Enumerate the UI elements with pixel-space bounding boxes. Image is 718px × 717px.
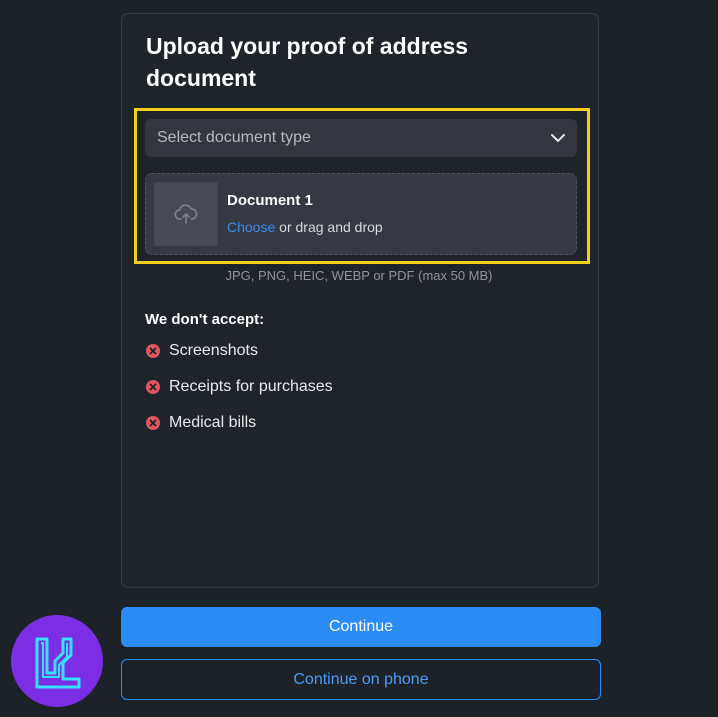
- rejection-label: Receipts for purchases: [169, 378, 333, 395]
- drag-drop-text: or drag and drop: [275, 219, 383, 235]
- rejections-title: We don't accept:: [145, 311, 265, 328]
- upload-thumbnail: [154, 182, 218, 246]
- accepted-formats-text: JPG, PNG, HEIC, WEBP or PDF (max 50 MB): [225, 268, 493, 283]
- x-circle-icon: [146, 416, 160, 430]
- rejection-label: Medical bills: [169, 414, 257, 431]
- rejection-label: Screenshots: [169, 342, 258, 359]
- choose-file-link[interactable]: Choose: [227, 219, 275, 235]
- page-title: Upload your proof of address document: [146, 33, 469, 91]
- continue-button[interactable]: Continue: [121, 607, 601, 647]
- rejection-item: Receipts for purchases: [146, 378, 333, 396]
- dropzone-title: Document 1: [227, 192, 313, 209]
- x-circle-icon: [146, 380, 160, 394]
- cloud-upload-icon: [174, 204, 198, 224]
- document-type-select[interactable]: Select document type: [145, 119, 577, 157]
- dropzone-instructions: Choose or drag and drop: [227, 219, 383, 235]
- continue-on-phone-button[interactable]: Continue on phone: [121, 659, 601, 700]
- document-type-placeholder: Select document type: [157, 129, 311, 146]
- rejection-item: Screenshots: [146, 342, 258, 360]
- upload-card: Upload your proof of address document: [121, 13, 599, 588]
- rejection-item: Medical bills: [146, 414, 256, 432]
- chevron-down-icon: [551, 134, 565, 142]
- file-dropzone[interactable]: Document 1 Choose or drag and drop: [145, 173, 577, 255]
- brand-logo: [11, 615, 103, 707]
- x-circle-icon: [146, 344, 160, 358]
- logo-mark-icon: [35, 637, 81, 689]
